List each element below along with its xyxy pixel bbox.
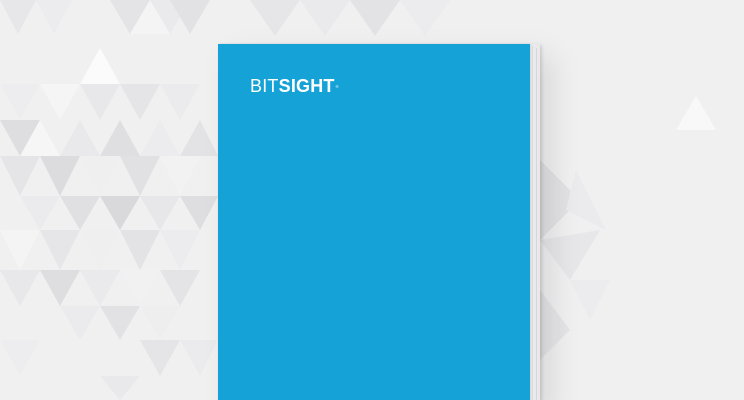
hero-scene: BITSIGHT®: [0, 0, 744, 400]
logo-text-light: BIT: [250, 76, 279, 96]
book-cover: BITSIGHT®: [218, 44, 530, 400]
logo-text-bold: SIGHT: [278, 76, 335, 96]
trademark-symbol: ®: [335, 84, 339, 89]
bitsight-logo: BITSIGHT®: [250, 76, 339, 96]
